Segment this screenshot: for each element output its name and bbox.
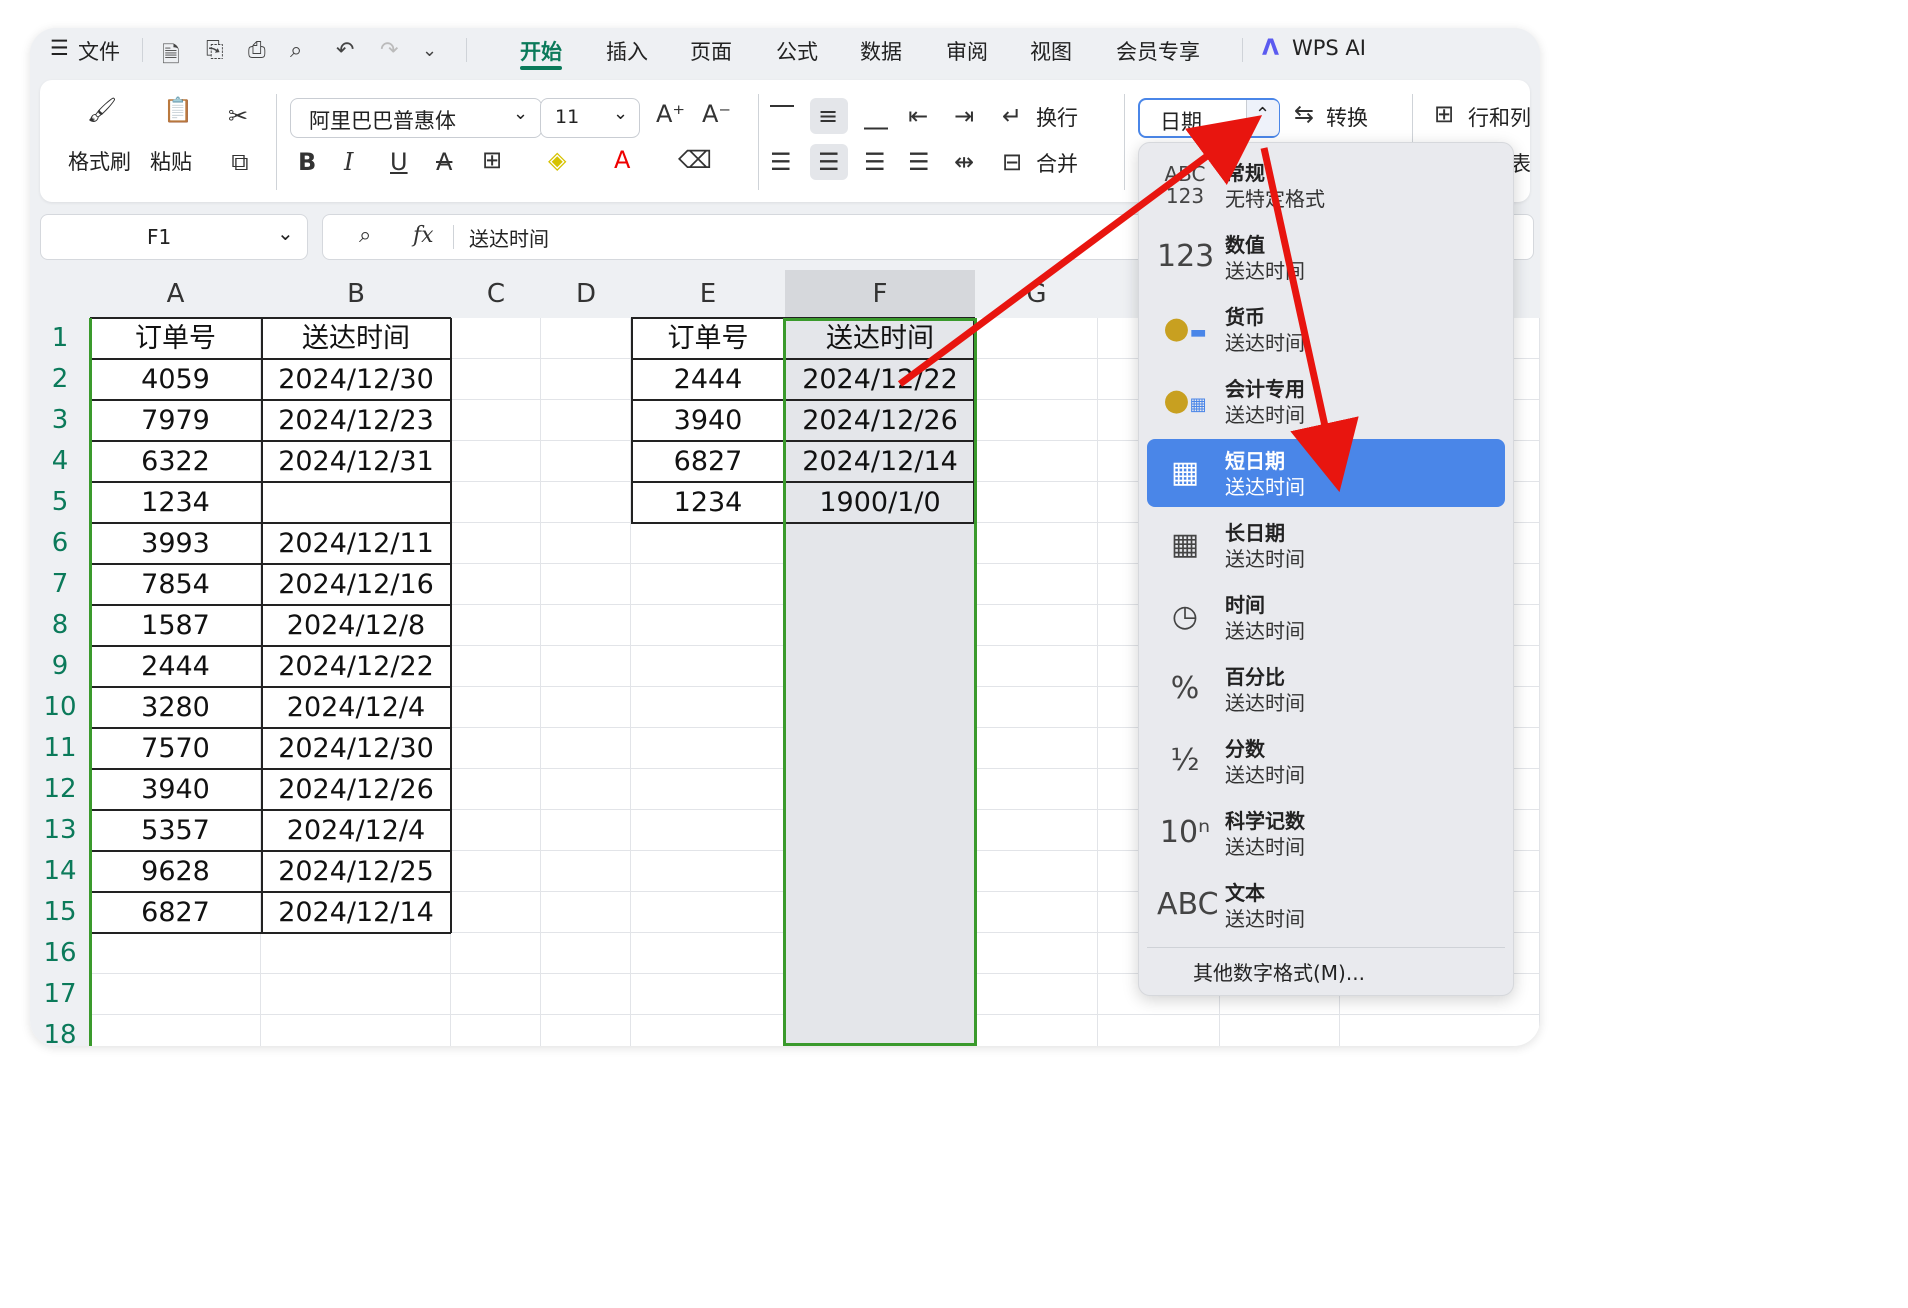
annotation-arrows	[897, 115, 1359, 493]
arrow-to-short-date	[1260, 147, 1359, 493]
arrow-to-format-box	[897, 115, 1263, 387]
